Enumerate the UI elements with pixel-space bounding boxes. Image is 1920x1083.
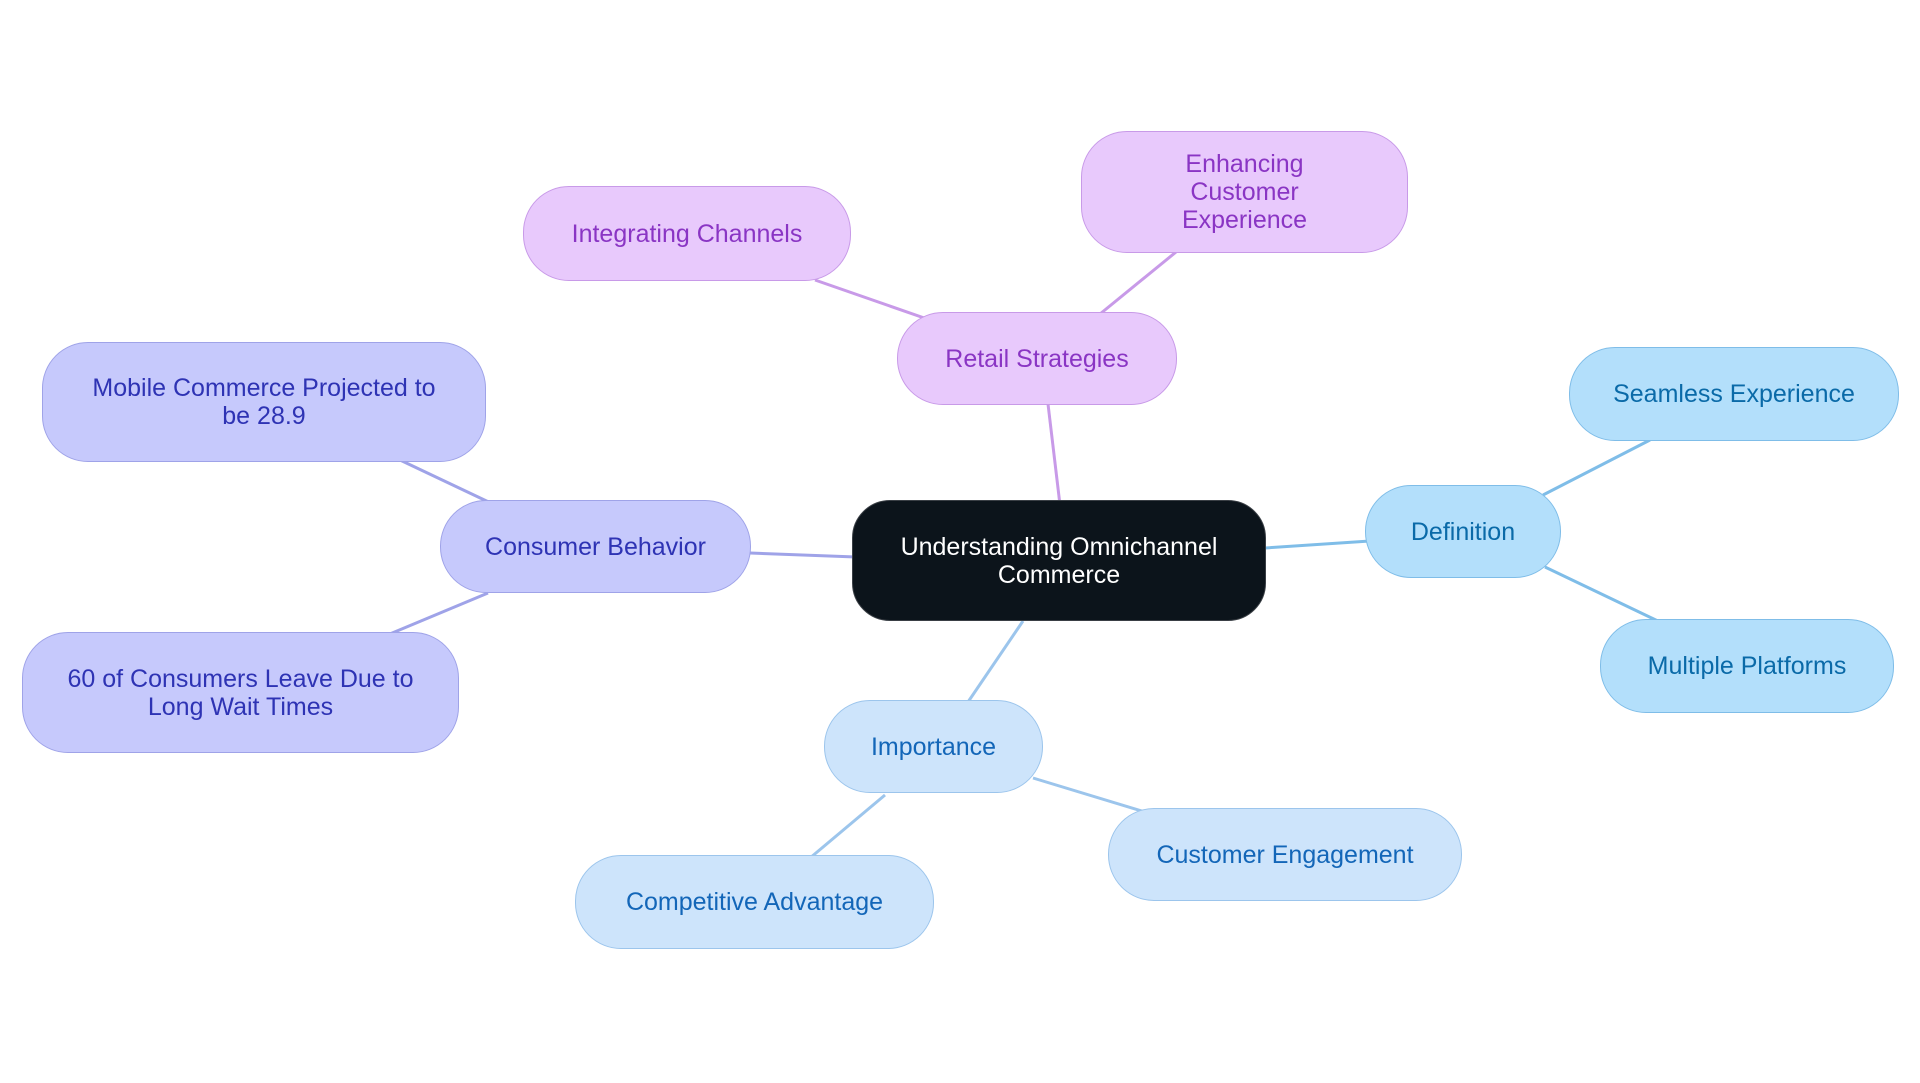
branch-node-consumer-behavior[interactable]: Consumer Behavior	[440, 500, 751, 593]
edge-root-retail	[1046, 403, 1062, 506]
leaf-node-competitive-advantage[interactable]: Competitive Advantage	[575, 855, 934, 949]
leaf-node-consumers-leave-wait-times[interactable]: 60 of Consumers Leave Due to Long Wait T…	[22, 632, 459, 753]
branch-node-label: Consumer Behavior	[485, 532, 706, 561]
leaf-node-label: 60 of Consumers Leave Due to Long Wait T…	[67, 664, 414, 721]
branch-node-label: Importance	[870, 732, 997, 761]
leaf-node-label: Integrating Channels	[571, 219, 803, 248]
branch-node-label: Retail Strategies	[945, 344, 1129, 373]
branch-node-importance[interactable]: Importance	[824, 700, 1043, 793]
leaf-node-label: Mobile Commerce Projected to be 28.9	[92, 374, 436, 430]
leaf-node-label: Multiple Platforms	[1647, 652, 1847, 680]
edge-definition-platforms	[1544, 565, 1661, 624]
edge-importance-engagement	[1032, 776, 1146, 814]
branch-node-definition[interactable]: Definition	[1365, 485, 1561, 578]
leaf-node-mobile-commerce[interactable]: Mobile Commerce Projected to be 28.9	[42, 342, 486, 462]
edge-importance-competitive	[809, 793, 886, 860]
edge-definition-seamless	[1542, 438, 1651, 497]
edge-consumer-mobile	[399, 458, 496, 507]
leaf-node-enhancing-customer-experience[interactable]: Enhancing Customer Experience	[1081, 131, 1408, 253]
edge-retail-enhancing	[1099, 250, 1177, 316]
edge-retail-integrating	[814, 278, 931, 322]
root-node-label: Understanding Omnichannel Commerce	[900, 532, 1218, 589]
edge-root-definition	[1264, 539, 1371, 550]
leaf-node-label: Seamless Experience	[1613, 380, 1855, 408]
leaf-node-label: Customer Engagement	[1156, 840, 1414, 869]
branch-node-retail-strategies[interactable]: Retail Strategies	[897, 312, 1177, 405]
leaf-node-multiple-platforms[interactable]: Multiple Platforms	[1600, 619, 1894, 713]
edge-root-importance	[966, 620, 1025, 703]
leaf-node-label: Enhancing Customer Experience	[1181, 150, 1308, 234]
edge-root-consumer	[749, 551, 857, 559]
leaf-node-label: Competitive Advantage	[625, 888, 884, 916]
leaf-node-integrating-channels[interactable]: Integrating Channels	[523, 186, 851, 281]
leaf-node-seamless-experience[interactable]: Seamless Experience	[1569, 347, 1899, 441]
edge-consumer-wait	[384, 591, 489, 638]
leaf-node-customer-engagement[interactable]: Customer Engagement	[1108, 808, 1462, 901]
branch-node-label: Definition	[1410, 517, 1516, 546]
root-node[interactable]: Understanding Omnichannel Commerce	[852, 500, 1266, 621]
